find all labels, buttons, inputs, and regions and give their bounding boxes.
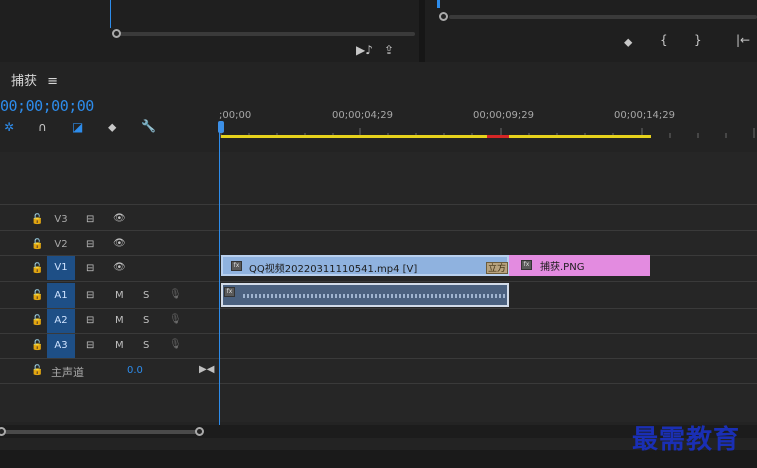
track-name-a2[interactable]: A2 bbox=[47, 309, 75, 333]
ruler-label-0: ;00;00 bbox=[219, 110, 252, 121]
track-separator bbox=[0, 204, 757, 205]
sync-lock-icon[interactable]: ⊟ bbox=[86, 214, 94, 225]
lock-icon[interactable]: 🔓 bbox=[31, 214, 43, 225]
image-clip-label: 捕获.PNG bbox=[540, 262, 585, 273]
track-header-a1: 🔓 A1 ⊟ M S 🎙 bbox=[0, 283, 218, 308]
add-marker-icon[interactable]: ⬥ bbox=[624, 36, 632, 48]
lock-icon[interactable]: 🔓 bbox=[31, 365, 43, 376]
watermark-text: 最需教育 bbox=[632, 425, 741, 455]
audio-waveform bbox=[243, 294, 505, 298]
timeline-tab[interactable]: 捕获 ≡ bbox=[11, 70, 58, 89]
microphone-icon[interactable]: 🎙 bbox=[169, 339, 182, 350]
mark-in-icon[interactable]: { bbox=[660, 34, 668, 46]
microphone-icon[interactable]: 🎙 bbox=[169, 314, 182, 325]
fx-badge: fx bbox=[231, 261, 242, 271]
microphone-icon[interactable]: 🎙 bbox=[169, 289, 182, 300]
lock-icon[interactable]: 🔓 bbox=[31, 315, 43, 326]
linked-selection-icon[interactable]: ◪ bbox=[72, 121, 83, 133]
mute-button[interactable]: M bbox=[115, 315, 124, 326]
add-marker-tl-icon[interactable]: ⬥ bbox=[108, 121, 116, 133]
mark-out-icon[interactable]: } bbox=[694, 34, 702, 46]
sync-lock-icon[interactable]: ⊟ bbox=[86, 340, 94, 351]
sync-lock-icon[interactable]: ⊟ bbox=[86, 239, 94, 250]
track-name-a1[interactable]: A1 bbox=[47, 283, 75, 308]
image-clip[interactable]: fx 捕获.PNG bbox=[509, 255, 650, 276]
track-separator bbox=[0, 230, 757, 231]
eye-icon[interactable]: 👁 bbox=[113, 238, 126, 249]
program-zoom-scrollbar[interactable] bbox=[449, 15, 757, 19]
video-clip-label: QQ视频20220311110541.mp4 [V] bbox=[249, 264, 418, 275]
track-header-v3: 🔓 V3 ⊟ 👁 bbox=[0, 209, 218, 231]
export-frame-icon[interactable]: ⇪ bbox=[384, 44, 394, 56]
track-header-v2: 🔓 V2 ⊟ 👁 bbox=[0, 234, 218, 256]
insert-icon[interactable]: ▶♪ bbox=[356, 44, 373, 56]
timeline-playhead-line[interactable] bbox=[219, 125, 220, 425]
eye-icon[interactable]: 👁 bbox=[113, 213, 126, 224]
track-header-a2: 🔓 A2 ⊟ M S 🎙 bbox=[0, 309, 218, 333]
playhead-timecode[interactable]: 00;00;00;00 bbox=[0, 97, 94, 115]
source-zoom-handle[interactable] bbox=[112, 29, 121, 38]
sync-lock-icon[interactable]: ⊟ bbox=[86, 263, 94, 274]
master-track-name: 主声道 bbox=[51, 366, 84, 379]
transition-cube[interactable]: 立方 bbox=[486, 262, 508, 274]
lock-icon[interactable]: 🔓 bbox=[31, 290, 43, 301]
fx-badge: fx bbox=[521, 260, 532, 270]
nest-sequence-icon[interactable]: ✲ bbox=[4, 121, 14, 133]
master-volume-value[interactable]: 0.0 bbox=[127, 365, 143, 376]
program-monitor-panel bbox=[425, 0, 757, 62]
timeline-playhead-handle[interactable] bbox=[218, 121, 224, 133]
solo-button[interactable]: S bbox=[143, 340, 149, 351]
video-clip[interactable]: fx QQ视频20220311110541.mp4 [V] bbox=[221, 255, 509, 276]
track-header-master: 🔓 主声道 0.0 ▶◀ bbox=[0, 359, 218, 383]
ruler-label-2: 00;00;09;29 bbox=[473, 110, 535, 121]
audio-clip[interactable]: fx bbox=[221, 283, 509, 307]
sync-lock-icon[interactable]: ⊟ bbox=[86, 290, 94, 301]
snap-icon[interactable]: ∩ bbox=[38, 121, 47, 133]
timeline-tab-label: 捕获 bbox=[11, 74, 38, 89]
ruler-label-1: 00;00;04;29 bbox=[332, 110, 394, 121]
lock-icon[interactable]: 🔓 bbox=[31, 340, 43, 351]
track-separator bbox=[0, 383, 757, 384]
track-name-v3[interactable]: V3 bbox=[47, 214, 75, 225]
solo-button[interactable]: S bbox=[143, 315, 149, 326]
panel-menu-icon[interactable]: ≡ bbox=[47, 74, 58, 89]
go-to-end-icon[interactable]: ▶◀ bbox=[199, 364, 214, 375]
lock-icon[interactable]: 🔓 bbox=[31, 263, 43, 274]
track-name-a3[interactable]: A3 bbox=[47, 334, 75, 358]
track-header-v1: 🔓 V1 ⊟ 👁 bbox=[0, 255, 218, 281]
track-header-a3: 🔓 A3 ⊟ M S 🎙 bbox=[0, 334, 218, 358]
track-name-v1[interactable]: V1 bbox=[47, 256, 75, 280]
go-to-in-icon[interactable]: |← bbox=[736, 34, 750, 46]
render-bar-red bbox=[487, 135, 509, 138]
track-separator bbox=[0, 281, 757, 282]
timeline-zoom-handle-right[interactable] bbox=[195, 427, 204, 436]
program-zoom-handle[interactable] bbox=[439, 12, 448, 21]
mute-button[interactable]: M bbox=[115, 340, 124, 351]
ruler-label-3: 00;00;14;29 bbox=[614, 110, 676, 121]
program-playhead[interactable] bbox=[437, 0, 440, 8]
track-name-v2[interactable]: V2 bbox=[47, 239, 75, 250]
source-playhead bbox=[110, 0, 111, 28]
source-zoom-scrollbar[interactable] bbox=[118, 32, 415, 36]
lock-icon[interactable]: 🔓 bbox=[31, 239, 43, 250]
fx-badge: fx bbox=[224, 287, 235, 297]
work-area-bar[interactable] bbox=[221, 135, 651, 138]
timeline-zoom-scrollbar[interactable] bbox=[4, 430, 199, 434]
timeline-settings-icon[interactable]: 🔧 bbox=[141, 120, 156, 132]
mute-button[interactable]: M bbox=[115, 290, 124, 301]
sync-lock-icon[interactable]: ⊟ bbox=[86, 315, 94, 326]
solo-button[interactable]: S bbox=[143, 290, 149, 301]
eye-icon[interactable]: 👁 bbox=[113, 262, 126, 273]
